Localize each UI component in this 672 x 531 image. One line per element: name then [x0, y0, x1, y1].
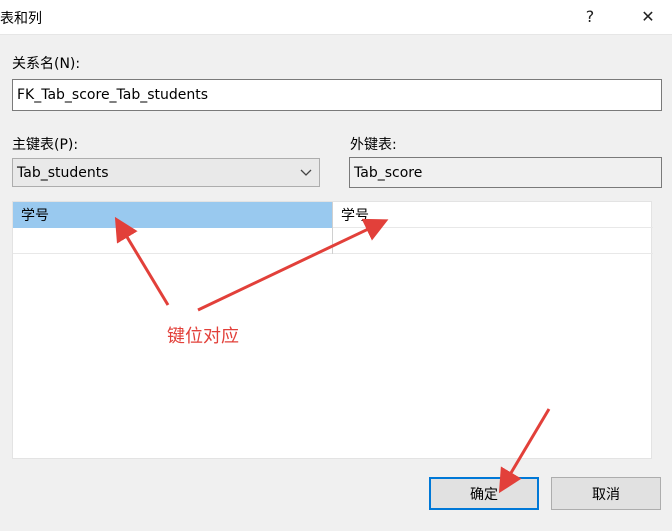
- ok-button-label: 确定: [470, 486, 498, 503]
- primary-table-dropdown[interactable]: Tab_students: [12, 158, 320, 187]
- primary-table-value: Tab_students: [17, 164, 109, 181]
- cancel-button-label: 取消: [592, 486, 620, 503]
- primary-table-label: 主键表(P):: [12, 137, 79, 153]
- close-button[interactable]: ✕: [626, 2, 670, 30]
- help-button[interactable]: ?: [568, 2, 612, 30]
- relationship-name-value: FK_Tab_score_Tab_students: [17, 87, 209, 103]
- foreign-key-column-cell[interactable]: 学号: [333, 202, 653, 228]
- close-icon: ✕: [641, 6, 655, 26]
- foreign-table-field: Tab_score: [349, 157, 662, 188]
- chevron-down-icon: [300, 169, 312, 176]
- dialog-title: 表和列: [0, 11, 42, 27]
- foreign-key-column-cell[interactable]: [333, 228, 653, 254]
- cancel-button[interactable]: 取消: [551, 477, 661, 510]
- primary-key-column-text: 学号: [21, 208, 49, 224]
- relationship-name-input[interactable]: FK_Tab_score_Tab_students: [12, 79, 662, 111]
- relationship-name-label: 关系名(N):: [12, 56, 81, 72]
- column-mapping-grid: 学号 学号: [12, 201, 653, 459]
- table-row[interactable]: [13, 228, 653, 254]
- primary-key-column-cell[interactable]: 学号: [13, 202, 333, 228]
- foreign-key-column-text: 学号: [341, 208, 369, 224]
- foreign-table-label: 外键表:: [350, 137, 397, 153]
- ok-button[interactable]: 确定: [429, 477, 539, 510]
- title-bar: 表和列 ? ✕: [0, 0, 672, 35]
- primary-key-column-cell[interactable]: [13, 228, 333, 254]
- foreign-table-value: Tab_score: [354, 164, 423, 181]
- annotation-text: 键位对应: [167, 326, 239, 347]
- table-row[interactable]: 学号 学号: [13, 202, 653, 228]
- help-icon: ?: [585, 6, 595, 26]
